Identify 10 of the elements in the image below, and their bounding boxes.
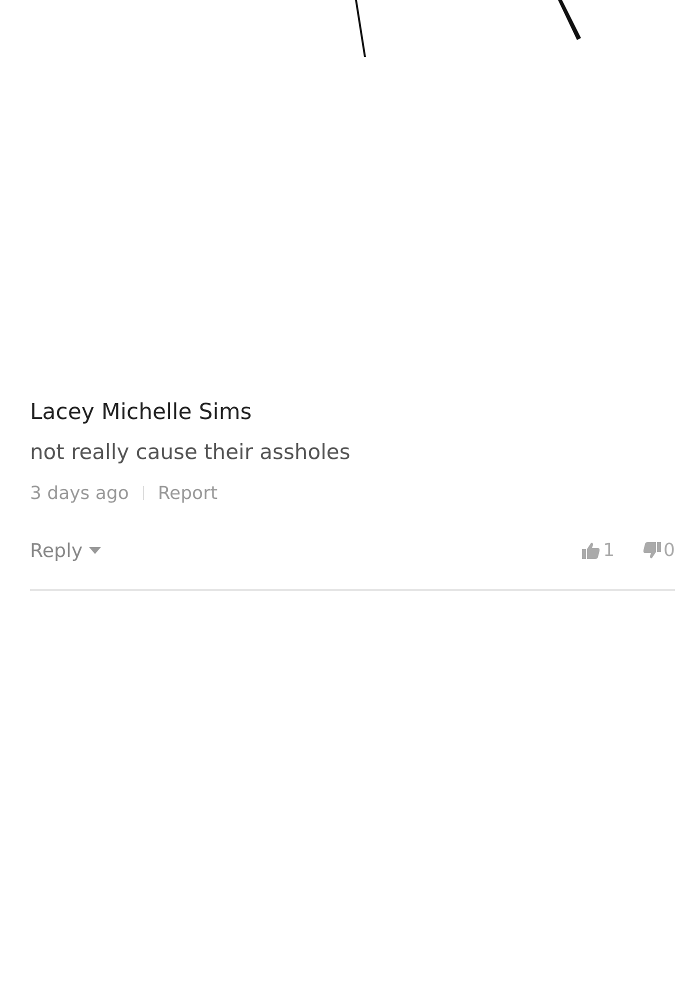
thumbs-up-icon: [582, 542, 600, 560]
report-link[interactable]: Report: [158, 480, 218, 507]
thumbs-down-icon: [642, 542, 661, 560]
comment-text: not really cause their assholes: [30, 440, 352, 466]
like-button[interactable]: 1: [582, 537, 615, 564]
caret-icon: [88, 547, 101, 554]
timestamp: 3 days ago: [30, 482, 129, 506]
author-name: Lacey Michelle Sims: [30, 400, 253, 426]
dislike-button[interactable]: 0: [642, 537, 675, 564]
reply-button[interactable]: Reply: [30, 536, 101, 566]
